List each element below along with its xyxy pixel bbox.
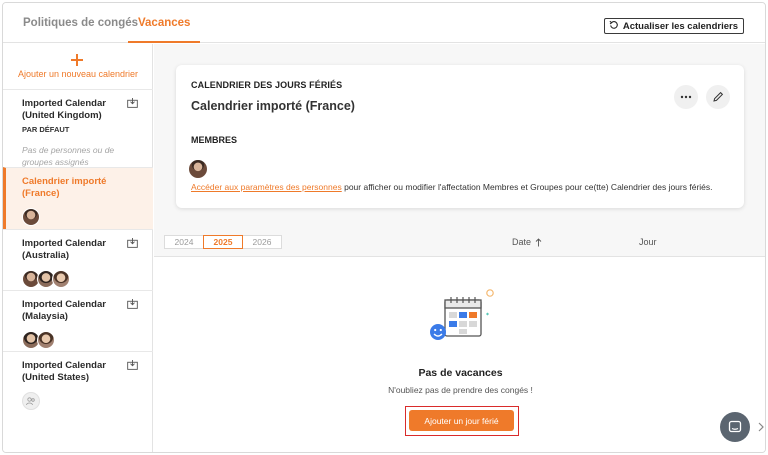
avatar [22,208,40,226]
members-label: MEMBRES [191,135,238,145]
no-assignees-text: Pas de personnes ou de groupes assignés [22,145,115,167]
member-avatars [22,208,153,226]
no-members-icon [22,392,40,410]
refresh-label: Actualiser les calendriers [622,20,738,32]
sidebar-item-uk[interactable]: Imported Calendar (United Kingdom) PAR D… [3,89,153,167]
tab-leave-policies[interactable]: Politiques de congés [23,3,138,43]
import-icon [127,98,138,108]
member-avatars [188,159,208,179]
section-label: CALENDRIER DES JOURS FÉRIÉS [191,80,343,90]
calendar-title: Calendrier importé (France) [191,99,355,113]
chat-icon [728,420,742,433]
members-note: Accéder aux paramètres des personnes pou… [191,182,713,192]
member-avatars [22,392,153,410]
year-2024[interactable]: 2024 [164,235,204,249]
calendar-name: Imported Calendar (Malaysia) [22,299,106,322]
sidebar-item-united-states[interactable]: Imported Calendar (United States) [3,351,153,413]
refresh-calendars-button[interactable]: Actualiser les calendriers [603,18,744,34]
chevron-right-icon[interactable] [757,422,765,432]
more-options-button[interactable] [674,85,698,109]
main-content: CALENDRIER DES JOURS FÉRIÉS Calendrier i… [154,44,765,452]
tab-holidays[interactable]: Vacances [128,3,201,43]
year-selector: 2024 2025 2026 [164,235,282,249]
import-icon [127,360,138,370]
calendar-name: Imported Calendar (United Kingdom) [22,98,106,121]
calendar-sidebar: Ajouter un nouveau calendrier Imported C… [3,44,153,452]
calendar-name: Imported Calendar (United States) [22,360,106,383]
avatar [188,159,208,179]
empty-state-subtitle: N'oubliez pas de prendre des congés ! [388,385,533,395]
default-badge: PAR DÉFAUT [22,125,70,134]
arrow-up-icon [535,237,542,246]
app-window: Politiques de congés Vacances Actualiser… [2,2,766,453]
import-icon [127,299,138,309]
top-bar: Politiques de congés Vacances Actualiser… [3,3,765,43]
chat-button[interactable] [720,412,750,442]
pencil-icon [713,91,724,102]
date-column-header[interactable]: Date [512,237,542,247]
plus-icon [71,54,83,66]
people-settings-link[interactable]: Accéder aux paramètres des personnes [191,182,342,192]
member-avatars [22,270,153,288]
day-column-header[interactable]: Jour [639,237,657,247]
edit-calendar-button[interactable] [706,85,730,109]
calendar-illustration-icon [430,289,494,340]
year-2025[interactable]: 2025 [203,235,243,249]
calendar-details-card: CALENDRIER DES JOURS FÉRIÉS Calendrier i… [176,65,744,208]
sidebar-item-malaysia[interactable]: Imported Calendar (Malaysia) [3,290,153,351]
add-calendar-label: Ajouter un nouveau calendrier [17,69,139,79]
avatar [37,331,55,349]
empty-state-title: Pas de vacances [418,367,503,379]
calendar-name: Imported Calendar (Australia) [22,238,106,261]
sidebar-item-australia[interactable]: Imported Calendar (Australia) [3,229,153,290]
add-calendar-button[interactable]: Ajouter un nouveau calendrier [3,44,153,89]
refresh-icon [609,20,619,33]
avatar [52,270,70,288]
more-icon [680,95,692,99]
calendar-name: Calendrier importé (France) [22,176,107,199]
add-holiday-button[interactable]: Ajouter un jour férié [409,410,514,431]
date-label: Date [512,237,532,247]
member-avatars [22,331,153,349]
year-2026[interactable]: 2026 [242,235,282,249]
highlight-box: Ajouter un jour férié [405,406,519,436]
import-icon [127,238,138,248]
sidebar-item-france[interactable]: Calendrier importé (France) [3,167,153,229]
note-text: pour afficher ou modifier l'affectation … [341,182,713,192]
